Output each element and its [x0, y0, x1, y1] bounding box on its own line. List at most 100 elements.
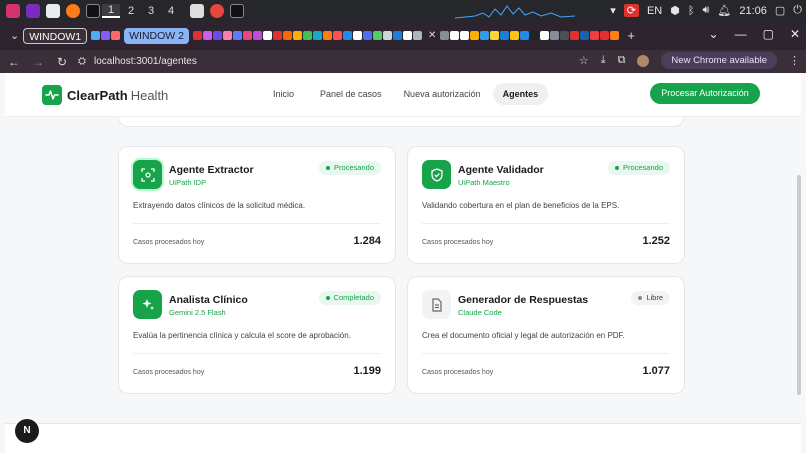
clipboard-icon[interactable]: ▢ [775, 4, 785, 17]
site-header: ClearPath Health Inicio Panel de casos N… [5, 73, 801, 117]
divider [422, 223, 670, 224]
site-info-icon[interactable]: ⛭ [78, 56, 86, 67]
bell-icon[interactable]: 🔔︎ [717, 4, 731, 17]
new-tab-button[interactable]: + [627, 28, 635, 43]
firefox-icon[interactable] [66, 3, 80, 18]
new-chrome-available-button[interactable]: New Chrome available [661, 52, 777, 69]
download-icon[interactable]: ⤓ [601, 54, 606, 67]
maximize-button[interactable]: ▢ [763, 27, 774, 41]
nav-panel-de-casos[interactable]: Panel de casos [314, 83, 388, 105]
workspace-2[interactable]: 2 [122, 5, 140, 17]
procesar-autorizacion-button[interactable]: Procesar Autorización [650, 83, 760, 104]
network-graph-icon [455, 5, 575, 19]
workspace-4[interactable]: 4 [162, 5, 180, 17]
status-dot-icon [325, 296, 330, 300]
tab-search-icon[interactable]: ⌄ [10, 29, 19, 42]
status-label: Completado [333, 293, 374, 302]
extensions-icon[interactable]: ⧉ [618, 54, 626, 67]
workspace-1[interactable]: 1 [102, 3, 120, 18]
status-badge: Completado [318, 291, 381, 305]
app-icon[interactable] [190, 3, 204, 18]
status-badge: Procesando [607, 161, 670, 175]
divider [422, 353, 670, 354]
status-badge: Libre [631, 291, 670, 305]
agent-card-extractor[interactable]: Agente Extractor UiPath IDP Procesando E… [118, 146, 396, 264]
brand-subtitle: Health [130, 87, 169, 103]
status-label: Procesando [622, 163, 663, 172]
tab-favicons[interactable] [440, 31, 620, 40]
chrome-icon[interactable] [210, 3, 224, 18]
app-launcher-icon[interactable] [6, 3, 20, 18]
browser-toolbar: ← → ↻ ⛭ localhost:3001/agentes ☆ ⤓ ⧉ New… [0, 50, 806, 73]
agent-title: Analista Clínico [169, 294, 248, 306]
address-bar[interactable]: localhost:3001/agentes [94, 56, 197, 67]
os-taskbar: 1 2 3 4 ▾ ⟳ EN ⬢ ᛒ 🔊︎ 🔔︎ 21:06 ▢ ⏻ [0, 0, 806, 21]
shield-icon[interactable]: ⬢ [670, 4, 680, 17]
clock[interactable]: 21:06 [739, 5, 767, 17]
reload-button[interactable]: ↻ [52, 55, 72, 69]
agent-title: Agente Validador [458, 164, 544, 176]
tab-favicons[interactable] [192, 31, 422, 40]
divider [133, 223, 381, 224]
agent-description: Evalúa la pertinencia clínica y calcula … [133, 331, 351, 340]
close-button[interactable]: ✕ [790, 27, 800, 41]
wifi-icon[interactable]: ▾ [610, 4, 616, 17]
pulse-icon [42, 85, 62, 105]
page-viewport: ClearPath Health Inicio Panel de casos N… [5, 73, 801, 453]
status-dot-icon [638, 296, 643, 300]
volume-icon[interactable]: 🔊︎ [702, 4, 709, 17]
tab-group-window1[interactable]: WINDOW1 [23, 27, 88, 44]
status-dot-icon [614, 166, 619, 170]
agent-card-analista[interactable]: Analista Clínico Gemini 2.5 Flash Comple… [118, 276, 396, 394]
back-button[interactable]: ← [4, 55, 24, 69]
chrome-menu-icon[interactable]: ⋮ [789, 54, 800, 67]
agent-card-generador[interactable]: Generador de Respuestas Claude Code Libr… [407, 276, 685, 394]
agent-provider: UiPath IDP [169, 178, 207, 187]
metric-label: Casos procesados hoy [133, 239, 205, 246]
metric-label: Casos procesados hoy [422, 239, 494, 246]
metric-label: Casos procesados hoy [133, 369, 205, 376]
tab-list-icon[interactable]: ⌄ [709, 27, 719, 41]
metric-value: 1.252 [642, 235, 670, 247]
nav-inicio[interactable]: Inicio [267, 83, 300, 105]
logo[interactable]: ClearPath Health [42, 85, 168, 105]
agent-provider: UiPath Maestro [458, 178, 510, 187]
app-icon[interactable] [26, 3, 40, 18]
bluetooth-icon[interactable]: ᛒ [688, 5, 695, 17]
minimize-button[interactable]: — [735, 27, 747, 41]
terminal-icon[interactable] [86, 3, 100, 18]
status-badge: Procesando [318, 161, 381, 175]
forward-button[interactable]: → [28, 55, 48, 69]
nav-nueva-autorizacion[interactable]: Nueva autorización [398, 83, 487, 105]
divider [133, 353, 381, 354]
agent-provider: Gemini 2.5 Flash [169, 308, 226, 317]
keyboard-layout[interactable]: EN [647, 5, 662, 17]
active-tab-close-icon[interactable]: ✕ [428, 30, 436, 41]
metric-value: 1.284 [353, 235, 381, 247]
agent-description: Validando cobertura en el plan de benefi… [422, 201, 620, 210]
page-scrollbar[interactable] [797, 175, 801, 395]
status-dot-icon [325, 166, 330, 170]
notes-app-icon[interactable] [46, 3, 60, 18]
agent-provider: Claude Code [458, 308, 502, 317]
terminal-icon[interactable] [230, 3, 244, 18]
main-nav: Inicio Panel de casos Nueva autorización… [267, 83, 549, 105]
status-label: Procesando [333, 163, 374, 172]
profile-avatar[interactable] [637, 54, 650, 67]
metric-value: 1.077 [642, 365, 670, 377]
nextjs-dev-indicator[interactable]: N [15, 419, 39, 443]
agent-card-validador[interactable]: Agente Validador UiPath Maestro Procesan… [407, 146, 685, 264]
agent-description: Crea el documento oficial y legal de aut… [422, 331, 625, 340]
tab-favicons[interactable] [91, 31, 121, 40]
status-label: Libre [646, 293, 663, 302]
footer [5, 423, 801, 453]
workspace-3[interactable]: 3 [142, 5, 160, 17]
browser-tab-strip: ⌄ WINDOW1 WINDOW 2 ✕ + ⌄ — ▢ ✕ [0, 21, 806, 50]
power-icon[interactable]: ⏻ [793, 4, 802, 17]
shield-check-icon [422, 160, 451, 189]
bookmark-star-icon[interactable]: ☆ [579, 54, 589, 67]
tab-group-window2[interactable]: WINDOW 2 [124, 27, 189, 44]
nav-agentes[interactable]: Agentes [492, 83, 549, 105]
agent-title: Agente Extractor [169, 164, 254, 176]
vpn-icon[interactable]: ⟳ [623, 4, 639, 17]
